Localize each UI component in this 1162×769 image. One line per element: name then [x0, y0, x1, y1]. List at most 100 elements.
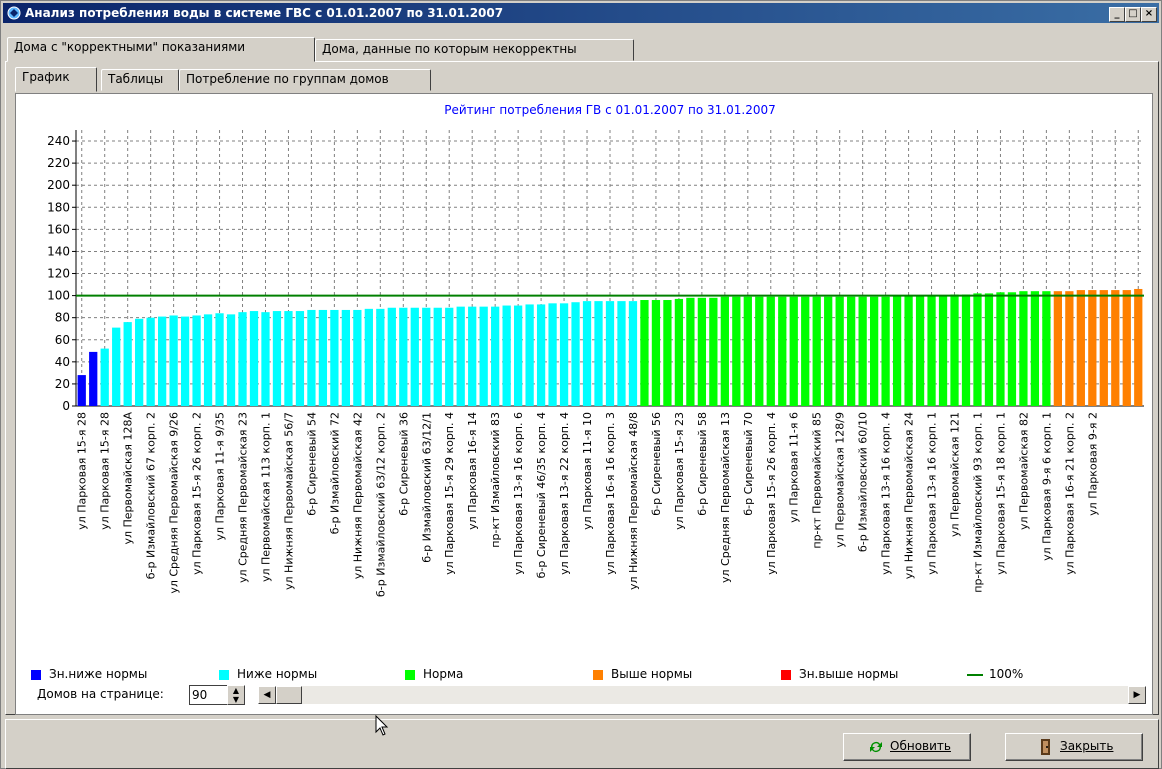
- chart-scrollbar[interactable]: ◀ ▶: [257, 685, 1147, 705]
- x-tick-label: ул Первомайская 121: [949, 412, 962, 537]
- bar: [157, 316, 167, 406]
- bar: [1088, 290, 1097, 406]
- y-tick-label: 140: [47, 244, 70, 258]
- title-bar: Анализ потребления воды в системе ГВС с …: [3, 3, 1159, 23]
- bar: [801, 296, 810, 406]
- bar: [502, 305, 511, 406]
- bar: [410, 307, 419, 406]
- bar: [1076, 290, 1085, 406]
- bar: [766, 296, 775, 406]
- bar: [123, 322, 132, 406]
- bar: [376, 308, 385, 406]
- bar: [261, 312, 270, 406]
- bar: [135, 318, 144, 406]
- x-tick-label: ул Парковая 15-я 28: [99, 412, 112, 530]
- scroll-right-button[interactable]: ▶: [1128, 686, 1146, 704]
- bar: [215, 313, 224, 406]
- x-tick-label: б-р Измайловский 60/10: [857, 412, 870, 552]
- bar: [732, 296, 741, 406]
- tab-incorrect-houses[interactable]: Дома, данные по которым некорректны: [315, 39, 634, 61]
- bar: [89, 351, 98, 406]
- bar: [778, 296, 787, 406]
- bar: [1030, 291, 1040, 406]
- legend-swatch: [31, 670, 41, 680]
- bar: [307, 309, 316, 406]
- x-tick-label: ул Нижняя Первомайская 56/7: [282, 412, 295, 590]
- x-tick-label: ул Парковая 16-я 16 корп. 3: [604, 412, 617, 575]
- y-tick-label: 60: [55, 333, 70, 347]
- x-tick-label: б-р Сиреневый 36: [397, 412, 410, 516]
- legend-label: Зн.ниже нормы: [49, 667, 148, 681]
- bar: [720, 296, 729, 406]
- x-tick-label: ул Средняя Первомайская 13: [719, 412, 732, 583]
- bar: [927, 295, 936, 406]
- bar: [399, 307, 408, 406]
- maximize-button[interactable]: □: [1125, 7, 1141, 22]
- bar: [445, 307, 454, 406]
- bar: [513, 305, 523, 406]
- bar: [318, 309, 328, 406]
- x-tick-label: ул Парковая 9-я 2: [1086, 412, 1099, 516]
- x-tick-label: б-р Сиреневый 54: [305, 412, 318, 516]
- bar: [594, 301, 603, 406]
- x-tick-label: пр-кт Измайловский 93 корп. 1: [971, 412, 984, 593]
- x-tick-label: ул Парковая 11-я 9/35: [214, 412, 227, 541]
- y-tick-label: 200: [47, 178, 70, 192]
- y-tick-label: 40: [55, 355, 70, 369]
- bar: [938, 295, 948, 406]
- bar: [881, 296, 890, 406]
- refresh-button[interactable]: Обновить: [843, 733, 971, 761]
- tab-correct-houses[interactable]: Дома с "корректными" показаниями: [7, 37, 315, 62]
- bar: [536, 304, 546, 406]
- bar: [674, 298, 684, 406]
- y-tick-label: 20: [55, 377, 70, 391]
- bar: [249, 311, 259, 406]
- tab-chart[interactable]: График: [15, 67, 97, 92]
- close-button[interactable]: Закрыть: [1005, 733, 1143, 761]
- x-tick-label: ул Парковая 13-я 16 корп. 1: [926, 412, 939, 575]
- x-tick-label: ул Первомайская 128А: [122, 412, 135, 545]
- page-size-value: 90: [192, 688, 208, 702]
- bar: [892, 295, 902, 406]
- x-tick-label: ул Средняя Первомайская 9/26: [168, 412, 181, 594]
- minimize-button[interactable]: _: [1109, 7, 1125, 22]
- x-tick-label: ул Парковая 11-я 10: [581, 412, 594, 530]
- page-size-spinner[interactable]: ▲ ▼: [227, 685, 245, 705]
- consumption-chart: Рейтинг потребления ГВ с 01.01.2007 по 3…: [47, 103, 1144, 597]
- bar: [468, 306, 477, 406]
- bar: [686, 297, 695, 406]
- x-tick-label: ул Первомайская 128/9: [834, 412, 847, 548]
- x-tick-label: ул Парковая 15-я 26 корп. 4: [765, 412, 778, 575]
- bar: [1134, 288, 1143, 406]
- tab-house-groups[interactable]: Потребление по группам домов: [179, 69, 431, 91]
- bar: [146, 317, 155, 406]
- legend-swatch: [593, 670, 603, 680]
- x-tick-label: пр-кт Измайловский 83: [489, 412, 502, 548]
- bar: [192, 315, 201, 406]
- main-window: Анализ потребления воды в системе ГВС с …: [0, 0, 1162, 769]
- close-window-button[interactable]: ×: [1141, 7, 1157, 22]
- x-tick-label: ул Парковая 15-я 29 корп. 4: [443, 412, 456, 575]
- x-tick-label: б-р Измайловский 67 корп. 2: [145, 412, 158, 579]
- bar: [605, 301, 615, 406]
- bar: [238, 312, 247, 406]
- bar: [628, 301, 638, 406]
- refresh-icon: [870, 742, 882, 752]
- bar: [559, 303, 569, 406]
- x-tick-label: ул Парковая 9-я 6 корп. 1: [1040, 412, 1053, 561]
- legend-label: Выше нормы: [611, 667, 693, 681]
- scroll-left-button[interactable]: ◀: [258, 686, 276, 704]
- x-tick-label: ул Парковая 16-я 14: [466, 412, 479, 530]
- x-tick-label: ул Парковая 15-я 23: [673, 412, 686, 530]
- refresh-label: Обновить: [890, 739, 951, 753]
- x-tick-label: ул Первомайская 113 корп. 1: [259, 412, 272, 582]
- x-tick-label: ул Парковая 11-я 6: [788, 412, 801, 523]
- x-tick-label: ул Парковая 13-я 16 корп. 4: [880, 412, 893, 575]
- bar: [456, 306, 465, 406]
- scroll-thumb[interactable]: [276, 686, 302, 704]
- bar: [422, 307, 431, 406]
- bar: [743, 296, 752, 406]
- x-tick-label: ул Парковая 13-я 16 корп. 6: [512, 412, 525, 575]
- tab-tables[interactable]: Таблицы: [101, 69, 179, 91]
- bar: [789, 296, 798, 406]
